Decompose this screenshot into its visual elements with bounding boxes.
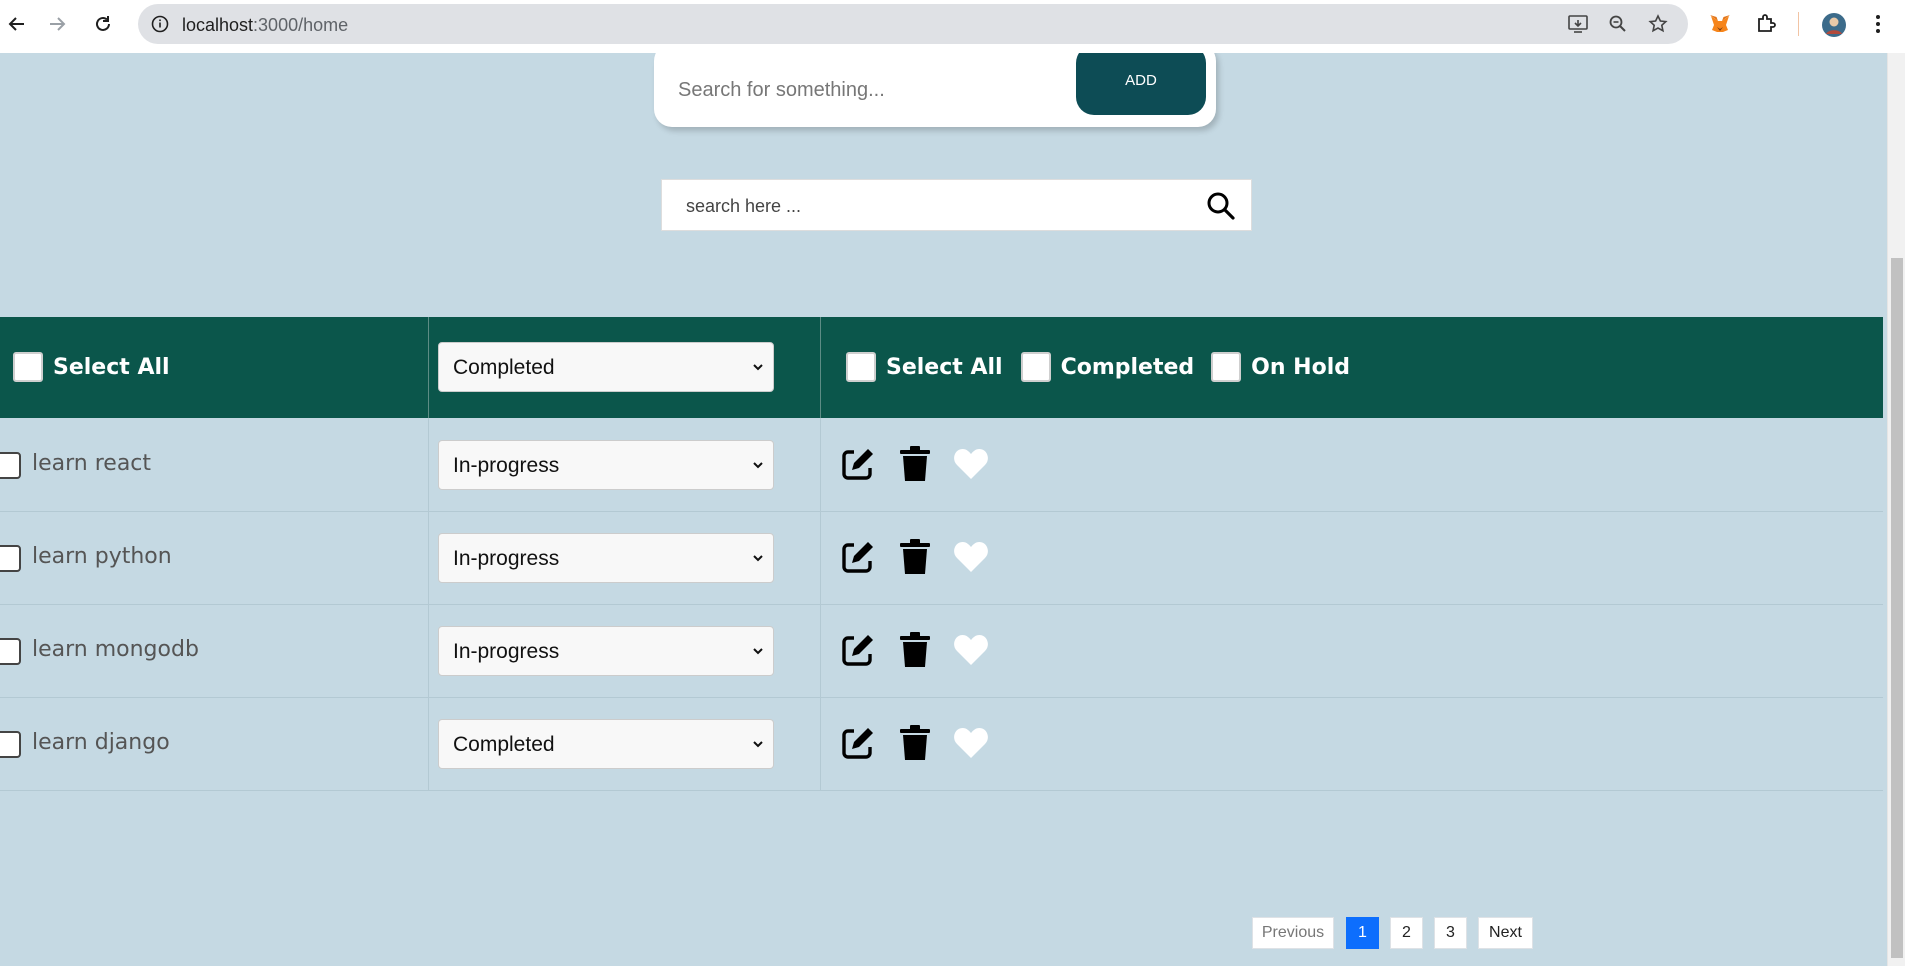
trash-icon[interactable] (895, 723, 935, 763)
zoom-icon[interactable] (1606, 12, 1630, 36)
reload-icon (96, 16, 110, 31)
column-divider (428, 697, 429, 790)
filter-on-hold-checkbox[interactable] (1211, 352, 1242, 382)
add-button[interactable]: ADD (1076, 53, 1206, 115)
header-select-all[interactable]: Select All (13, 352, 170, 382)
scrollbar-thumb[interactable] (1891, 258, 1903, 958)
select-all-label: Select All (53, 354, 170, 380)
todo-label: learn react (32, 451, 152, 476)
todo-checkbox[interactable] (0, 452, 21, 479)
table-row: learn mongodb In-progress (0, 604, 1883, 698)
metamask-extension-icon[interactable] (1708, 12, 1732, 36)
edit-icon[interactable] (838, 444, 878, 484)
column-divider (820, 418, 821, 511)
column-divider (820, 317, 821, 418)
arrow-left-icon (8, 17, 24, 31)
status-filter-select[interactable]: Completed (438, 342, 774, 392)
edit-icon[interactable] (838, 723, 878, 763)
reload-button[interactable] (86, 9, 120, 39)
filter-select-all-label: Select All (886, 354, 1003, 380)
todo-status-wrap: In-progress (438, 626, 774, 676)
browser-menu-icon[interactable] (1866, 12, 1890, 36)
status-filter-wrap: Completed (438, 342, 774, 392)
todo-status-select[interactable]: In-progress (438, 533, 774, 583)
column-divider (820, 511, 821, 604)
previous-page-button[interactable]: Previous (1252, 917, 1334, 949)
column-divider (428, 317, 429, 418)
todo-status-select[interactable]: Completed (438, 719, 774, 769)
table-row: learn python In-progress (0, 511, 1883, 605)
add-todo-input[interactable] (676, 69, 1040, 111)
url-path: :3000/home (253, 15, 349, 35)
edit-icon[interactable] (838, 630, 878, 670)
add-todo-card: ADD (654, 53, 1216, 127)
todo-status-wrap: In-progress (438, 440, 774, 490)
table-row: learn react In-progress (0, 418, 1883, 512)
filter-completed-checkbox[interactable] (1020, 352, 1051, 382)
forward-button[interactable] (40, 9, 74, 39)
todo-checkbox[interactable] (0, 545, 21, 572)
edit-icon[interactable] (838, 537, 878, 577)
column-divider (428, 511, 429, 604)
search-box (661, 179, 1252, 231)
todo-status-select[interactable]: In-progress (438, 440, 774, 490)
toolbar-separator (1798, 12, 1799, 36)
extensions-puzzle-icon[interactable] (1754, 12, 1778, 36)
heart-icon[interactable] (951, 723, 991, 763)
todo-status-wrap: Completed (438, 719, 774, 769)
todo-checkbox[interactable] (0, 638, 21, 665)
heart-icon[interactable] (951, 537, 991, 577)
checkbox-filters: Select All Completed On Hold (846, 352, 1350, 382)
column-divider (428, 604, 429, 697)
column-divider (820, 697, 821, 790)
todo-label: learn mongodb (32, 637, 199, 662)
page-button-3[interactable]: 3 (1434, 917, 1467, 949)
arrow-right-icon (50, 17, 66, 31)
filter-completed-label: Completed (1060, 354, 1195, 380)
profile-avatar[interactable] (1820, 11, 1848, 39)
bookmark-star-icon[interactable] (1646, 12, 1670, 36)
todo-checkbox[interactable] (0, 731, 21, 758)
column-divider (820, 604, 821, 697)
heart-icon[interactable] (951, 444, 991, 484)
table-row: learn django Completed (0, 697, 1883, 791)
url-host: localhost (182, 15, 254, 35)
site-info-icon[interactable] (148, 12, 172, 36)
column-divider (428, 418, 429, 511)
todo-label: learn django (32, 730, 170, 755)
search-input[interactable] (684, 188, 1168, 224)
search-icon[interactable] (1206, 191, 1236, 221)
select-all-checkbox[interactable] (13, 352, 43, 382)
install-app-icon[interactable] (1566, 12, 1590, 36)
todo-status-wrap: In-progress (438, 533, 774, 583)
todo-status-select[interactable]: In-progress (438, 626, 774, 676)
page-button-2[interactable]: 2 (1390, 917, 1423, 949)
trash-icon[interactable] (895, 444, 935, 484)
browser-toolbar: localhost:3000/home (0, 0, 1905, 53)
back-button[interactable] (0, 9, 34, 39)
heart-icon[interactable] (951, 630, 991, 670)
table-header: Select All Completed Select All Complete… (0, 317, 1883, 418)
url-text: localhost:3000/home (182, 15, 348, 36)
address-bar[interactable]: localhost:3000/home (138, 4, 1688, 44)
trash-icon[interactable] (895, 630, 935, 670)
vertical-scrollbar[interactable] (1887, 53, 1905, 966)
filter-on-hold-label: On Hold (1251, 354, 1350, 380)
todo-label: learn python (32, 544, 172, 569)
trash-icon[interactable] (895, 537, 935, 577)
page-button-1[interactable]: 1 (1346, 917, 1379, 949)
filter-select-all-checkbox[interactable] (846, 352, 876, 382)
next-page-button[interactable]: Next (1478, 917, 1533, 949)
